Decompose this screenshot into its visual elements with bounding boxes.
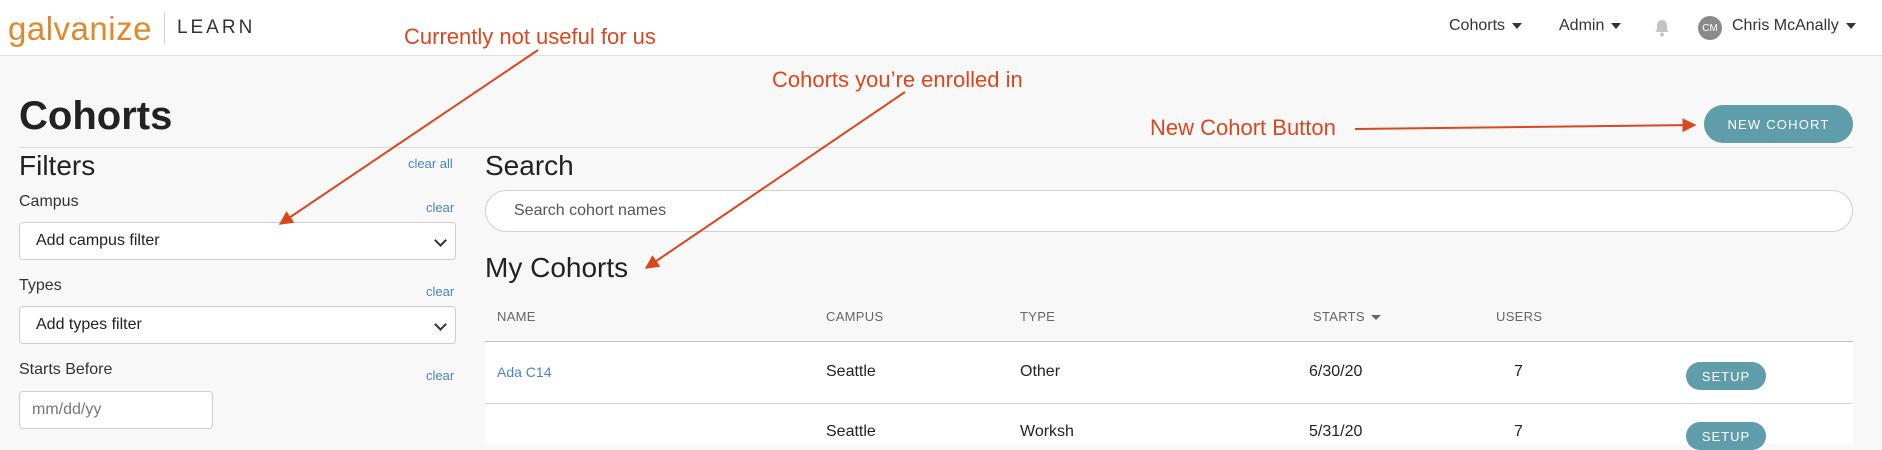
campus-filter-label: Campus [19,193,79,210]
campus-filter-clear-link[interactable]: clear [426,200,454,215]
column-header-starts-label: STARTS [1313,309,1365,324]
user-menu[interactable]: Chris McAnally [1732,17,1856,35]
cohort-starts: 6/30/20 [1309,363,1363,380]
chevron-down-icon [434,234,447,247]
column-header-campus[interactable]: CAMPUS [826,309,883,324]
caret-down-icon [1512,23,1523,29]
new-cohort-button[interactable]: NEW COHORT [1704,105,1853,143]
search-heading: Search [485,150,574,181]
column-header-starts[interactable]: STARTS [1313,309,1381,324]
user-name: Chris McAnally [1732,17,1839,34]
types-filter-value: Add types filter [36,316,142,333]
table-row [485,404,1853,444]
cohort-starts: 5/31/20 [1309,423,1363,440]
filters-heading: Filters [19,150,96,181]
types-filter-select[interactable]: Add types filter [19,306,456,344]
annotation-arrow [644,91,906,269]
setup-button[interactable]: SETUP [1686,362,1766,390]
annotation-enrolled: Cohorts you’re enrolled in [772,67,1023,92]
starts-before-date-input[interactable]: mm/dd/yy [19,391,213,429]
column-header-name[interactable]: NAME [497,309,536,324]
column-header-type[interactable]: TYPE [1020,309,1055,324]
avatar[interactable]: CM [1698,16,1722,40]
cohort-type: Worksh [1020,423,1074,440]
my-cohorts-heading: My Cohorts [485,252,629,283]
caret-down-icon [1611,23,1622,29]
cohort-type: Other [1020,363,1061,380]
chevron-down-icon [434,318,447,331]
column-header-users[interactable]: USERS [1496,309,1542,324]
campus-filter-value: Add campus filter [36,232,160,249]
nav-cohorts-label: Cohorts [1449,17,1506,34]
bell-icon[interactable] [1652,18,1672,38]
campus-filter-select[interactable]: Add campus filter [19,222,456,260]
search-input[interactable]: Search cohort names [485,190,1853,232]
galvanize-logo: galvanize [8,9,152,47]
nav-admin-menu[interactable]: Admin [1559,17,1622,35]
sort-desc-icon [1370,315,1381,321]
nav-cohorts-menu[interactable]: Cohorts [1449,17,1523,35]
header-divider [19,147,1853,148]
cohort-campus: Seattle [826,423,876,440]
table-row [485,342,1853,403]
types-filter-clear-link[interactable]: clear [426,284,454,299]
starts-before-label: Starts Before [19,361,113,378]
product-name: LEARN [176,17,256,38]
cohort-users: 7 [1514,363,1523,380]
brand-divider [163,12,165,44]
page-title: Cohorts [19,94,173,138]
annotation-new-cohort-button: New Cohort Button [1150,115,1336,140]
caret-down-icon [1845,23,1856,29]
setup-button[interactable]: SETUP [1686,422,1766,450]
clear-all-filters-link[interactable]: clear all [408,156,453,171]
brand[interactable]: galvanize LEARN [8,8,255,48]
nav-admin-label: Admin [1559,17,1605,34]
cohort-name-link[interactable]: Ada C14 [497,364,551,380]
types-filter-label: Types [19,277,62,294]
top-navigation-bar: galvanize LEARN Cohorts Admin CM Chris M… [0,0,1882,56]
starts-before-clear-link[interactable]: clear [426,368,454,383]
cohort-campus: Seattle [826,363,876,380]
annotation-not-useful: Currently not useful for us [404,24,656,49]
cohort-users: 7 [1514,423,1523,440]
annotation-arrow [1354,118,1697,133]
